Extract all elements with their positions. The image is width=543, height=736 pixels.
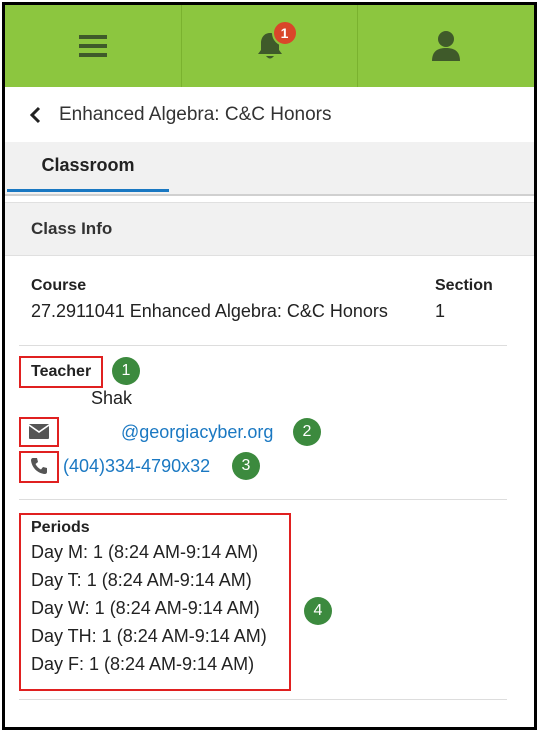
teacher-phone-link[interactable]: (404)334-4790x32	[63, 456, 210, 477]
course-info: Course 27.2911041 Enhanced Algebra: C&C …	[31, 277, 388, 322]
periods-list: Day M: 1 (8:24 AM-9:14 AM) Day T: 1 (8:2…	[31, 538, 267, 678]
period-item: Day TH: 1 (8:24 AM-9:14 AM)	[31, 626, 267, 646]
user-icon	[431, 30, 461, 62]
profile-button[interactable]	[358, 5, 534, 87]
chevron-left-icon[interactable]	[29, 106, 41, 124]
app-frame: 1 Enhanced Algebra: C&C Honors Classroom…	[2, 2, 537, 730]
section-value: 1	[435, 301, 446, 321]
class-info-header: Class Info	[5, 202, 534, 256]
divider	[19, 345, 507, 346]
annotation-marker: 2	[293, 418, 321, 446]
teacher-name: Shak	[91, 388, 133, 408]
section-info: Section 1	[435, 277, 493, 322]
period-item: Day T: 1 (8:24 AM-9:14 AM)	[31, 570, 252, 590]
section-label: Section	[435, 277, 493, 294]
annotation-marker: 4	[304, 597, 332, 625]
tab-strip: Classroom	[5, 142, 534, 196]
page-title: Enhanced Algebra: C&C Honors	[59, 103, 332, 125]
annotation-marker: 1	[112, 357, 140, 385]
notification-count-badge: 1	[271, 20, 298, 46]
period-item: Day M: 1 (8:24 AM-9:14 AM)	[31, 542, 259, 562]
period-item: Day W: 1 (8:24 AM-9:14 AM)	[31, 598, 260, 618]
teacher-email-link[interactable]: @georgiacyber.org	[121, 422, 273, 443]
notifications-button[interactable]: 1	[182, 5, 359, 87]
periods-label: Periods	[31, 519, 90, 536]
teacher-label: Teacher	[31, 363, 92, 380]
phone-icon[interactable]	[30, 457, 48, 475]
period-item: Day F: 1 (8:24 AM-9:14 AM)	[31, 654, 255, 674]
course-label: Course	[31, 277, 87, 294]
divider	[19, 499, 507, 500]
tab-classroom[interactable]: Classroom	[7, 142, 169, 192]
section-title: Class Info	[31, 219, 113, 238]
divider	[19, 699, 507, 700]
top-nav-bar: 1	[5, 5, 534, 87]
envelope-icon[interactable]	[29, 424, 49, 439]
page-header: Enhanced Algebra: C&C Honors	[5, 87, 534, 143]
menu-button[interactable]	[5, 5, 182, 87]
annotation-marker: 3	[232, 452, 260, 480]
course-value: 27.2911041 Enhanced Algebra: C&C Honors	[31, 301, 388, 321]
hamburger-menu-icon	[78, 34, 107, 58]
